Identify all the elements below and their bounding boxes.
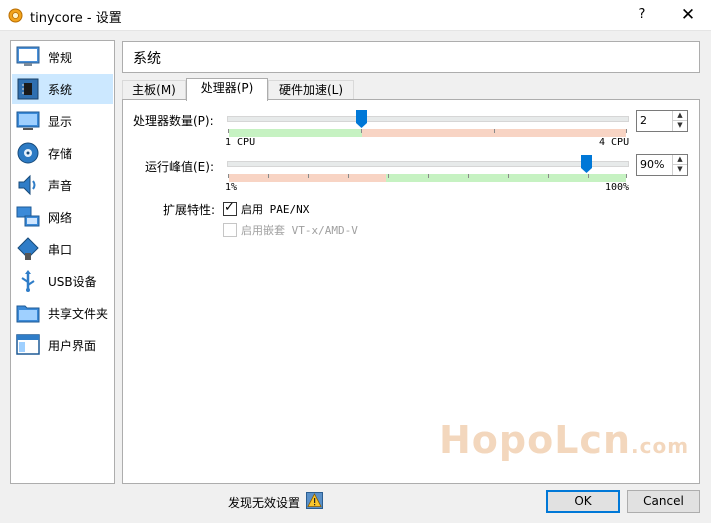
sidebar-item-audio[interactable]: 声音	[12, 170, 113, 200]
cpu-slider-thumb[interactable]	[355, 110, 367, 128]
usb-icon	[21, 270, 35, 292]
close-button[interactable]: ✕	[670, 0, 706, 30]
serial-port-icon	[17, 237, 39, 260]
sidebar-item-shared-folders[interactable]: 共享文件夹	[12, 298, 113, 328]
cpu-slider-tick	[361, 129, 362, 133]
cpu-slider-tick	[626, 129, 627, 133]
section-header: 系统	[122, 41, 700, 73]
sidebar-item-serial-ports[interactable]: 串口	[12, 234, 113, 264]
cap-slider-tick	[228, 174, 229, 178]
tab-processor[interactable]: 处理器(P)	[186, 78, 268, 101]
speaker-icon	[18, 174, 36, 196]
sidebar-item-label: 显示	[48, 115, 73, 129]
pae-nx-checkbox[interactable]: ✓	[223, 200, 237, 216]
cap-slider-track	[227, 161, 629, 167]
display-icon	[16, 111, 40, 130]
cpu-slider-green-zone	[229, 129, 362, 137]
folder-icon	[16, 305, 40, 323]
cap-increase-button[interactable]: ▲	[673, 155, 687, 165]
execution-cap-spinbox[interactable]: 90% ▲ ▼	[636, 154, 688, 176]
invalid-settings-text: 发现无效设置	[228, 496, 301, 510]
cpu-increase-button[interactable]: ▲	[673, 111, 687, 121]
execution-cap-value: 90%	[640, 158, 665, 171]
cap-decrease-button[interactable]: ▼	[673, 165, 687, 174]
cpu-max-label: 4 CPU	[599, 137, 630, 148]
storage-icon	[17, 142, 39, 164]
nested-vtx-text: 启用嵌套 VT-x/AMD-V	[241, 224, 358, 237]
monitor-icon	[16, 46, 40, 66]
warning-icon[interactable]	[306, 492, 323, 509]
cpu-count-value: 2	[640, 114, 647, 127]
sidebar-item-label: 网络	[48, 211, 73, 225]
network-icon	[16, 206, 40, 227]
sidebar-item-label: 存储	[48, 147, 73, 161]
sidebar-item-system[interactable]: 系统	[12, 74, 113, 104]
cap-slider-tick	[428, 174, 429, 178]
execution-cap-label: 运行峰值(E):	[145, 160, 214, 174]
sidebar-item-label: 用户界面	[48, 339, 97, 353]
cap-slider-green-zone	[386, 174, 626, 182]
nested-vtx-label: 启用嵌套 VT-x/AMD-V	[241, 222, 358, 238]
page-title: 系统	[133, 51, 161, 67]
cpu-slider-tick	[494, 129, 495, 133]
cpu-slider-tick	[228, 129, 229, 133]
cap-slider-thumb[interactable]	[580, 155, 592, 173]
cap-slider-tick	[268, 174, 269, 178]
cap-slider-tick	[548, 174, 549, 178]
sidebar-item-network[interactable]: 网络	[12, 202, 113, 232]
cpu-decrease-button[interactable]: ▼	[673, 121, 687, 130]
cpu-count-label: 处理器数量(P):	[133, 114, 214, 128]
cap-spinner-buttons: ▲ ▼	[672, 155, 687, 175]
virtualbox-gear-icon	[8, 8, 23, 23]
cpu-count-spinbox[interactable]: 2 ▲ ▼	[636, 110, 688, 132]
cancel-button[interactable]: Cancel	[627, 490, 700, 513]
ok-button[interactable]: OK	[546, 490, 620, 513]
processor-panel: 处理器数量(P): 1 CPU 4 CPU 2 ▲ ▼ 运行峰值(E): 1% …	[122, 99, 700, 484]
sidebar-item-display[interactable]: 显示	[12, 106, 113, 136]
window-icon	[16, 334, 40, 355]
settings-sidebar: 常规 系统 显示 存储 声音 网络 串口 USB设备 共享文件夹 用户界面	[10, 40, 115, 484]
sidebar-item-label: USB设备	[48, 275, 97, 289]
cap-slider-tick	[468, 174, 469, 178]
sidebar-item-label: 声音	[48, 179, 73, 193]
checkmark-icon: ✓	[224, 200, 235, 215]
watermark-suffix: .com	[631, 434, 690, 458]
sidebar-item-user-interface[interactable]: 用户界面	[12, 330, 113, 360]
nested-vtx-checkbox[interactable]	[223, 223, 237, 237]
chip-icon	[17, 78, 39, 100]
window-title: tinycore - 设置	[30, 11, 122, 26]
cap-slider-tick	[508, 174, 509, 178]
cap-slider-tick	[308, 174, 309, 178]
pae-nx-label: 启用 PAE/NX	[241, 201, 309, 217]
cap-slider-tick	[388, 174, 389, 178]
watermark: HopoLcn.com	[439, 418, 689, 462]
sidebar-item-general[interactable]: 常规	[12, 42, 113, 72]
cap-slider-tick	[348, 174, 349, 178]
sidebar-item-usb[interactable]: USB设备	[12, 266, 113, 296]
sidebar-item-label: 串口	[48, 243, 73, 257]
cpu-min-label: 1 CPU	[225, 137, 256, 148]
extended-features-label: 扩展特性:	[163, 203, 216, 217]
watermark-main: HopoLcn	[439, 418, 632, 462]
tab-acceleration[interactable]: 硬件加速(L)	[268, 80, 354, 100]
pae-nx-text: 启用 PAE/NX	[241, 203, 310, 216]
sidebar-item-label: 系统	[48, 83, 73, 97]
sidebar-item-storage[interactable]: 存储	[12, 138, 113, 168]
sidebar-item-label: 常规	[48, 51, 73, 65]
sidebar-item-label: 共享文件夹	[48, 307, 109, 321]
tab-motherboard[interactable]: 主板(M)	[122, 80, 186, 100]
title-bar: tinycore - 设置 ? ✕	[0, 0, 711, 31]
cpu-spinner-buttons: ▲ ▼	[672, 111, 687, 131]
cap-slider-tick	[588, 174, 589, 178]
help-button[interactable]: ?	[624, 0, 660, 30]
cap-slider-tick	[626, 174, 627, 178]
cpu-slider-track	[227, 116, 629, 122]
cap-min-label: 1%	[225, 182, 238, 193]
cap-max-label: 100%	[605, 182, 630, 193]
